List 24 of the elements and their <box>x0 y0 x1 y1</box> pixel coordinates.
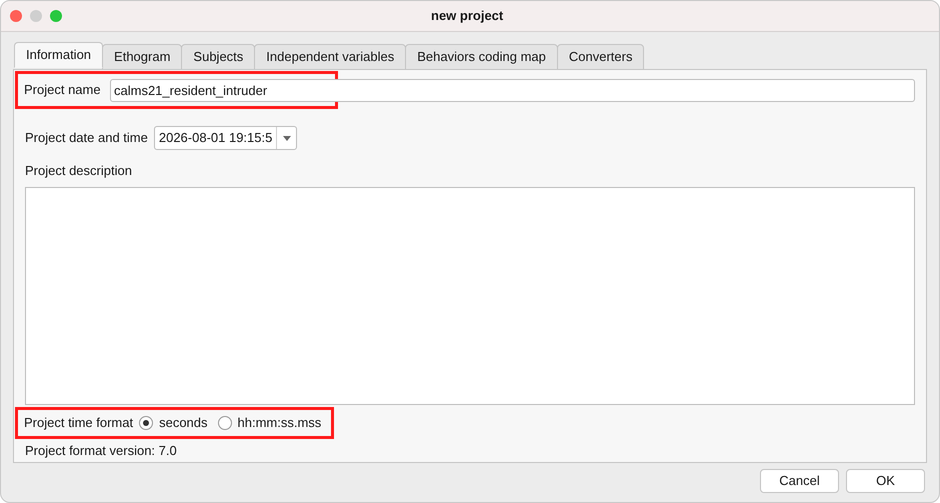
dialog-button[interactable]: Cancel <box>760 469 839 493</box>
project-description-field[interactable] <box>25 186 915 404</box>
field-label: Project date and time <box>25 129 148 148</box>
tab[interactable]: Information <box>14 42 104 68</box>
field-label: Project time format <box>24 414 134 432</box>
tab[interactable]: Ethogram <box>102 44 182 70</box>
tab[interactable]: Subjects <box>181 44 256 70</box>
radio-option[interactable]: seconds <box>139 412 208 432</box>
date-time-field[interactable]: 2026-08-01 19:15:5 <box>154 126 298 150</box>
dialog-button[interactable]: OK <box>846 469 925 493</box>
tab[interactable]: Independent variables <box>254 44 406 70</box>
tab[interactable]: Converters <box>556 44 644 70</box>
dropdown-caret-icon <box>282 136 291 140</box>
radio-option[interactable]: hh:mm:ss.mss <box>218 412 322 432</box>
zoom-icon[interactable] <box>50 10 62 22</box>
window-title: new project <box>431 7 504 26</box>
minimize-icon[interactable] <box>30 10 42 22</box>
date-time-value: 2026-08-01 19:15:5 <box>158 129 274 148</box>
field-label: Project description <box>24 162 133 180</box>
tab[interactable]: Behaviors coding map <box>405 44 558 70</box>
project-name-field[interactable]: calms21_resident_intruder <box>110 78 915 102</box>
close-icon[interactable] <box>10 10 22 22</box>
format-version-text: Project format version: 7.0 <box>24 442 178 460</box>
field-label: Project name <box>24 81 101 100</box>
